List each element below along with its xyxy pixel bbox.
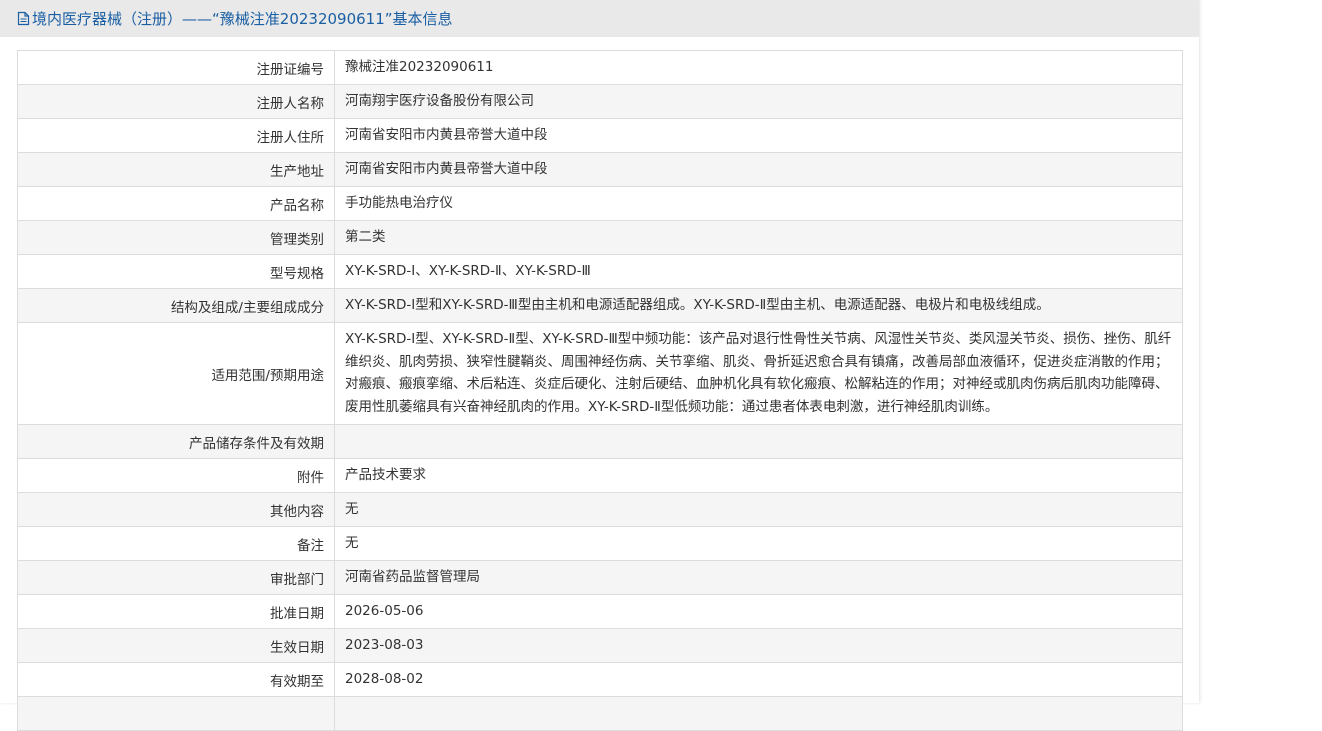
table-row: 产品名称 手功能热电治疗仪	[17, 186, 1183, 221]
row-value: 2026-05-06	[334, 594, 1183, 629]
page-title: 境内医疗器械（注册）——“豫械注准20232090611”基本信息	[32, 10, 453, 28]
table-row: 注册人住所 河南省安阳市内黄县帝誉大道中段	[17, 118, 1183, 153]
row-label: 产品储存条件及有效期	[17, 424, 335, 459]
info-table: 注册证编号 豫械注准20232090611 注册人名称 河南翔宇医疗设备股份有限…	[17, 50, 1183, 731]
row-value	[334, 696, 1183, 731]
page-header: 境内医疗器械（注册）——“豫械注准20232090611”基本信息	[0, 0, 1199, 37]
table-row: 审批部门 河南省药品监督管理局	[17, 560, 1183, 595]
table-row: 批准日期 2026-05-06	[17, 594, 1183, 629]
table-row: 有效期至 2028-08-02	[17, 662, 1183, 697]
row-value: 手功能热电治疗仪	[334, 186, 1183, 221]
table-row: 其他内容 无	[17, 492, 1183, 527]
row-label: 管理类别	[17, 220, 335, 255]
row-label: 其他内容	[17, 492, 335, 527]
table-row: 生效日期 2023-08-03	[17, 628, 1183, 663]
row-label: 备注	[17, 526, 335, 561]
row-label: 注册人名称	[17, 84, 335, 119]
row-label: 审批部门	[17, 560, 335, 595]
row-label: 注册证编号	[17, 50, 335, 85]
row-value: XY-K-SRD-Ⅰ、XY-K-SRD-Ⅱ、XY-K-SRD-Ⅲ	[334, 254, 1183, 289]
row-value: 河南省药品监督管理局	[334, 560, 1183, 595]
row-value: XY-K-SRD-Ⅰ型和XY-K-SRD-Ⅲ型由主机和电源适配器组成。XY-K-…	[334, 288, 1183, 323]
row-label: 适用范围/预期用途	[17, 322, 335, 425]
row-value: 无	[334, 526, 1183, 561]
row-value	[334, 424, 1183, 459]
row-value: 河南省安阳市内黄县帝誉大道中段	[334, 152, 1183, 187]
row-value: 第二类	[334, 220, 1183, 255]
table-row: 备注 无	[17, 526, 1183, 561]
row-value: 无	[334, 492, 1183, 527]
row-label: 生效日期	[17, 628, 335, 663]
row-value: 产品技术要求	[334, 458, 1183, 493]
table-row: 生产地址 河南省安阳市内黄县帝誉大道中段	[17, 152, 1183, 187]
row-label	[17, 696, 335, 731]
table-row: 结构及组成/主要组成成分 XY-K-SRD-Ⅰ型和XY-K-SRD-Ⅲ型由主机和…	[17, 288, 1183, 323]
row-value: 豫械注准20232090611	[334, 50, 1183, 85]
row-value: 2023-08-03	[334, 628, 1183, 663]
row-label: 附件	[17, 458, 335, 493]
row-value: 河南翔宇医疗设备股份有限公司	[334, 84, 1183, 119]
row-value: XY-K-SRD-Ⅰ型、XY-K-SRD-Ⅱ型、XY-K-SRD-Ⅲ型中频功能：…	[334, 322, 1183, 425]
document-icon	[17, 11, 30, 26]
row-label: 产品名称	[17, 186, 335, 221]
row-label: 注册人住所	[17, 118, 335, 153]
row-value: 2028-08-02	[334, 662, 1183, 697]
table-row: 管理类别 第二类	[17, 220, 1183, 255]
table-row: 附件 产品技术要求	[17, 458, 1183, 493]
row-value: 河南省安阳市内黄县帝誉大道中段	[334, 118, 1183, 153]
row-label: 型号规格	[17, 254, 335, 289]
detail-panel: 境内医疗器械（注册）——“豫械注准20232090611”基本信息 注册证编号 …	[0, 0, 1199, 731]
table-row: 注册证编号 豫械注准20232090611	[17, 50, 1183, 85]
table-row	[17, 696, 1183, 731]
info-table-container: 注册证编号 豫械注准20232090611 注册人名称 河南翔宇医疗设备股份有限…	[17, 50, 1183, 731]
row-label: 批准日期	[17, 594, 335, 629]
row-label: 结构及组成/主要组成成分	[17, 288, 335, 323]
row-label: 有效期至	[17, 662, 335, 697]
table-row: 注册人名称 河南翔宇医疗设备股份有限公司	[17, 84, 1183, 119]
table-row: 适用范围/预期用途 XY-K-SRD-Ⅰ型、XY-K-SRD-Ⅱ型、XY-K-S…	[17, 322, 1183, 425]
row-label: 生产地址	[17, 152, 335, 187]
table-row: 型号规格 XY-K-SRD-Ⅰ、XY-K-SRD-Ⅱ、XY-K-SRD-Ⅲ	[17, 254, 1183, 289]
table-row: 产品储存条件及有效期	[17, 424, 1183, 459]
